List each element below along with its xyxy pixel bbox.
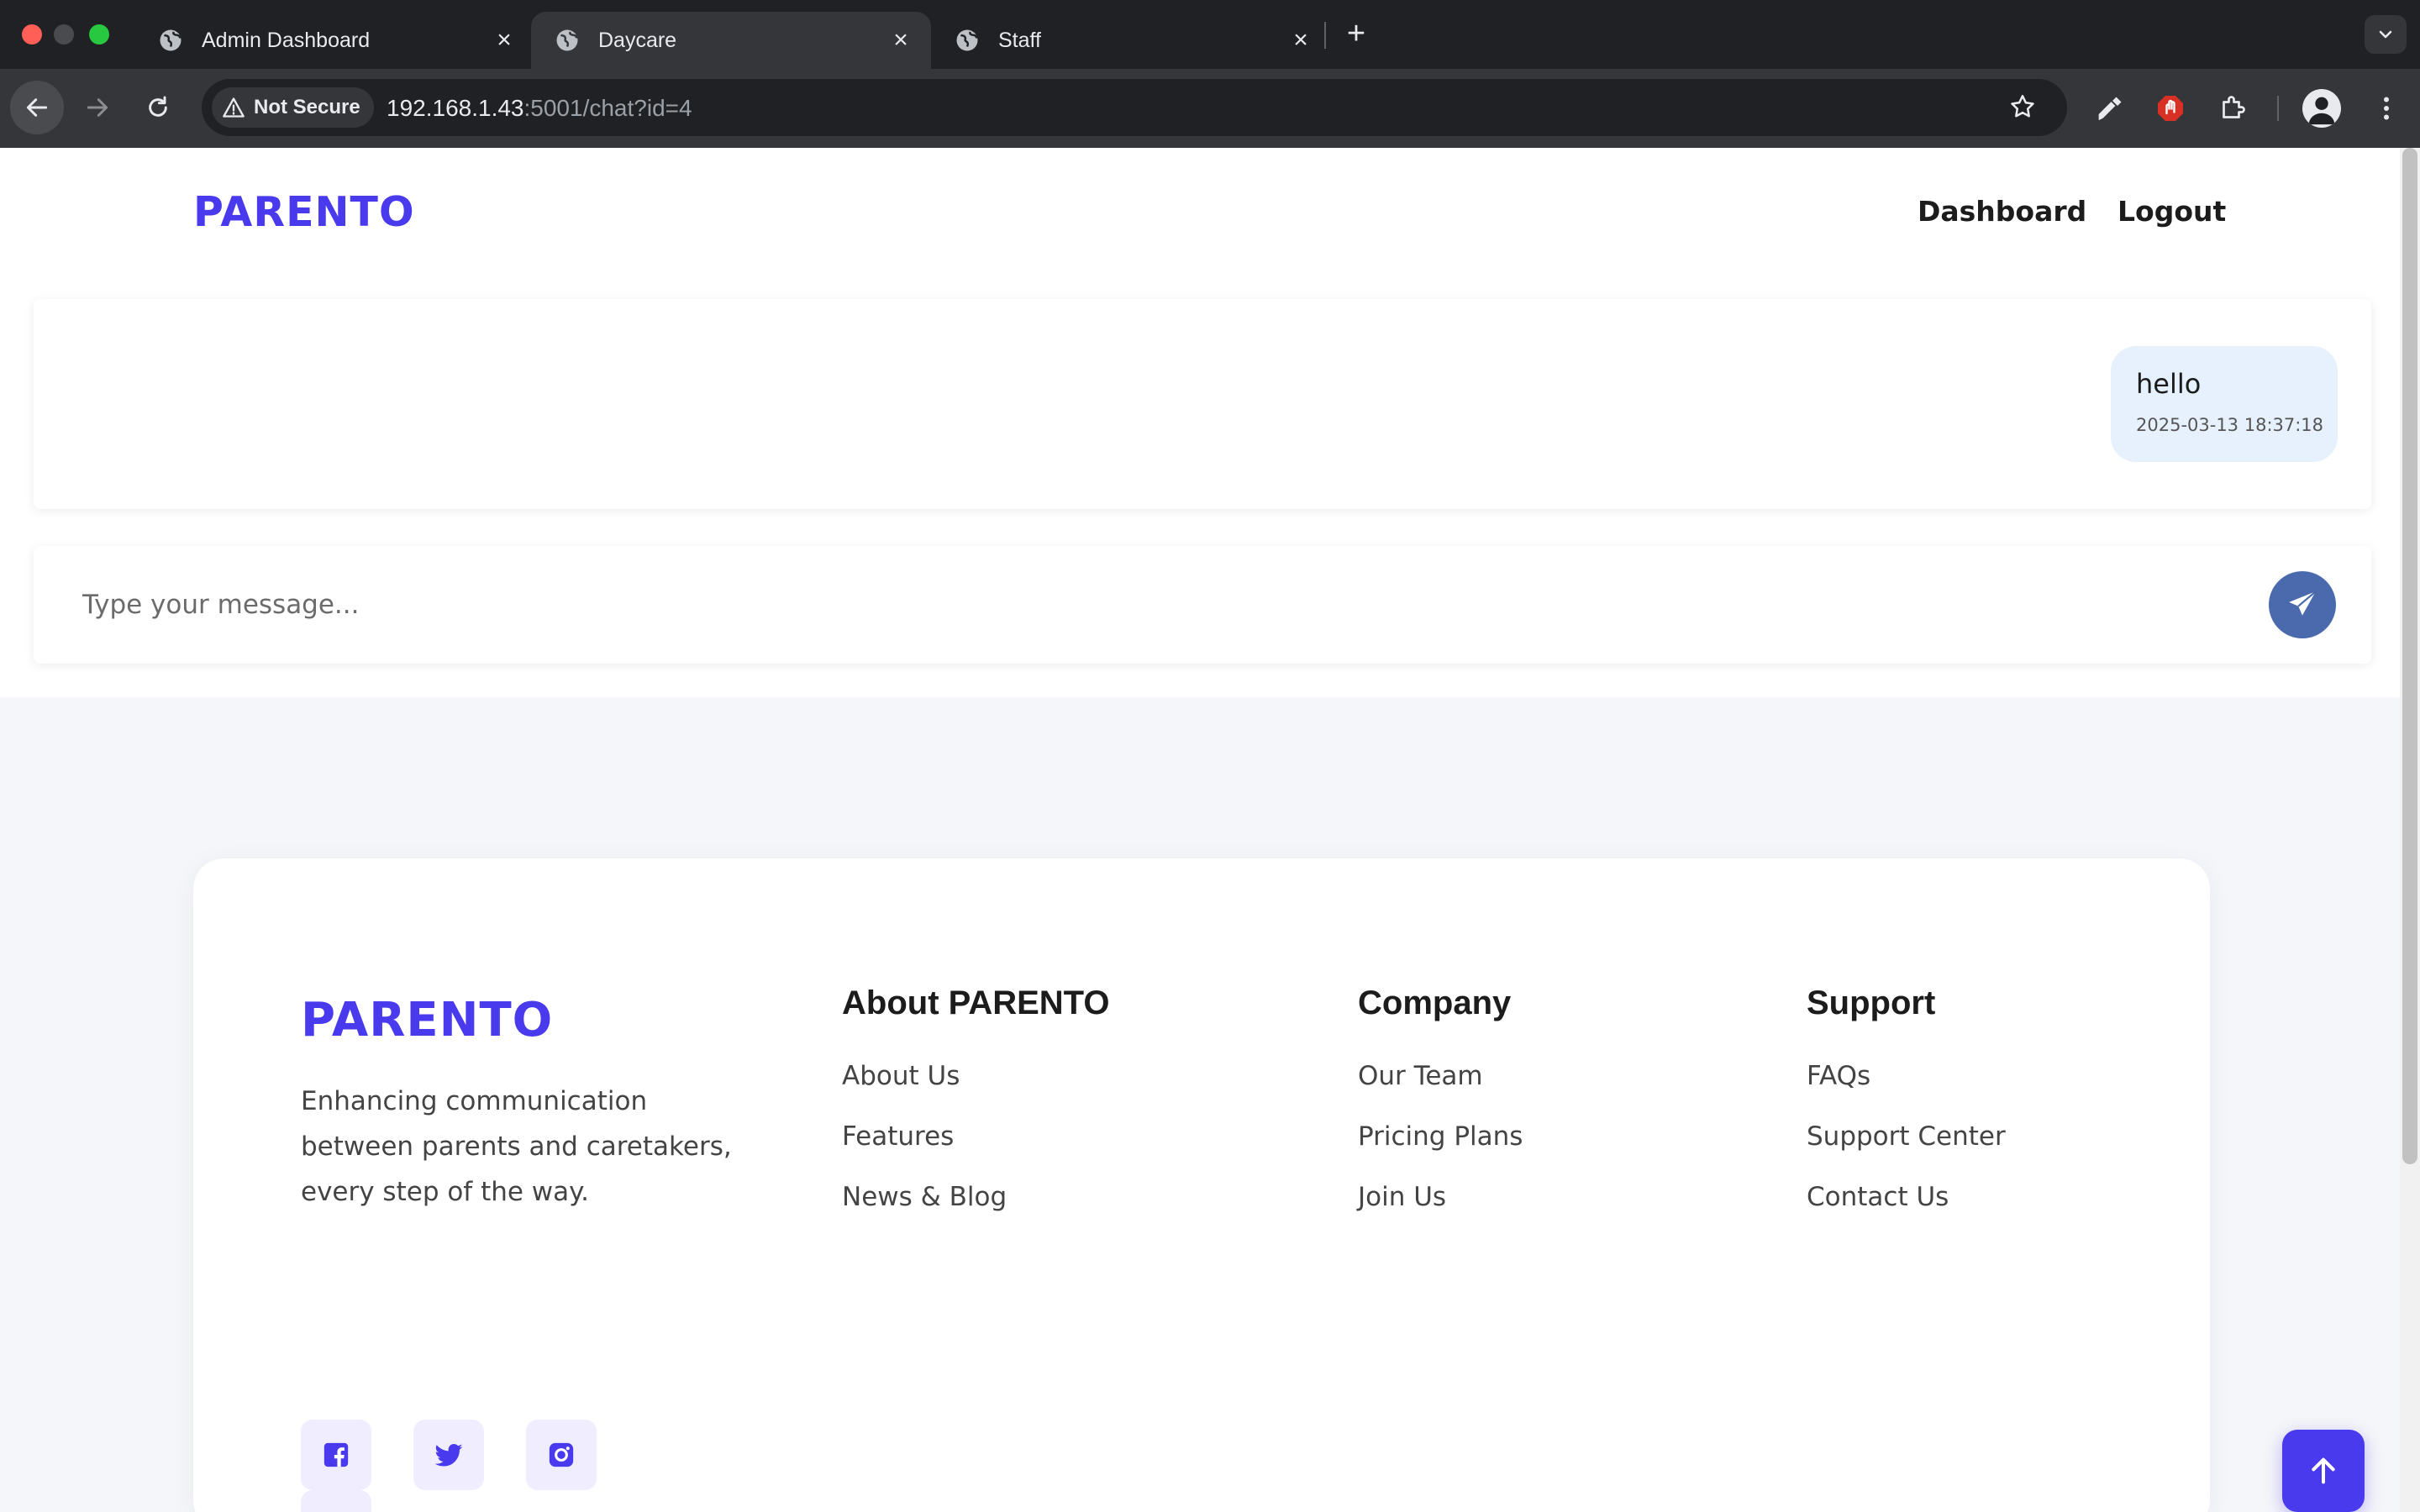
url-host: 192.168.1.43 bbox=[387, 95, 524, 121]
tab-title: Staff bbox=[998, 28, 1041, 52]
adblock-extension[interactable] bbox=[2153, 91, 2188, 126]
maximize-window-button[interactable] bbox=[89, 24, 109, 45]
browser-toolbar: Not Secure 192.168.1.43:5001/chat?id=4 bbox=[0, 69, 2420, 148]
warning-icon bbox=[223, 97, 245, 118]
chat-messages-panel: hello 2025-03-13 18:37:18 bbox=[34, 299, 2371, 509]
eyedropper-extension[interactable] bbox=[2092, 91, 2128, 126]
instagram-link[interactable] bbox=[526, 1420, 597, 1490]
tab-admin-dashboard[interactable]: Admin Dashboard × bbox=[134, 12, 534, 69]
url-path: :5001/chat?id=4 bbox=[523, 95, 692, 121]
message-text: hello bbox=[2136, 368, 2202, 400]
footer-heading-about: About PARENTO bbox=[842, 984, 1110, 1021]
chevron-down-icon bbox=[2379, 30, 2392, 39]
tab-title: Admin Dashboard bbox=[202, 28, 371, 52]
globe-icon bbox=[556, 29, 578, 51]
tab-daycare[interactable]: Daycare × bbox=[531, 12, 931, 69]
close-tab-icon[interactable]: × bbox=[492, 28, 516, 53]
site-footer: PARENTO Enhancing communication between … bbox=[193, 858, 2210, 1512]
send-button[interactable] bbox=[2269, 571, 2336, 638]
new-tab-button[interactable]: + bbox=[1339, 17, 1373, 50]
site-logo[interactable]: PARENTO bbox=[193, 188, 415, 236]
browser-tab-strip: Admin Dashboard × Daycare × Staff × + bbox=[0, 0, 2420, 69]
security-indicator[interactable]: Not Secure bbox=[212, 87, 374, 128]
eyedropper-icon bbox=[2098, 97, 2122, 121]
more-vert-icon bbox=[2384, 97, 2389, 120]
message-input[interactable] bbox=[67, 571, 2218, 638]
message-composer bbox=[34, 546, 2371, 664]
footer-logo[interactable]: PARENTO bbox=[301, 993, 553, 1047]
footer-description: Enhancing communication between parents … bbox=[301, 1086, 732, 1207]
tab-separator bbox=[1324, 22, 1326, 49]
extensions-button[interactable] bbox=[2215, 91, 2250, 126]
arrow-up-icon bbox=[2312, 1457, 2335, 1484]
footer-column-about: About PARENTO About Us Features News & B… bbox=[842, 984, 1110, 1241]
profile-button[interactable] bbox=[2302, 89, 2341, 128]
nav-dashboard-link[interactable]: Dashboard bbox=[1918, 195, 2086, 228]
browser-menu-button[interactable] bbox=[2370, 91, 2403, 126]
tab-search-button[interactable] bbox=[2365, 15, 2407, 54]
tab-staff[interactable]: Staff × bbox=[931, 12, 1331, 69]
paper-plane-icon bbox=[2289, 591, 2317, 616]
page-content: PARENTO Dashboard Logout hello 2025-03-1… bbox=[0, 148, 2420, 1512]
youtube-link[interactable] bbox=[301, 1490, 371, 1512]
toolbar-separator bbox=[2277, 96, 2279, 121]
globe-icon bbox=[956, 29, 978, 51]
message-timestamp: 2025-03-13 18:37:18 bbox=[2136, 415, 2324, 435]
footer-heading-company: Company bbox=[1358, 984, 1512, 1021]
star-icon[interactable] bbox=[2008, 92, 2037, 121]
message-bubble: hello 2025-03-13 18:37:18 bbox=[2111, 346, 2338, 462]
close-window-button[interactable] bbox=[22, 24, 42, 45]
address-bar[interactable]: Not Secure 192.168.1.43:5001/chat?id=4 bbox=[202, 79, 2067, 136]
close-tab-icon[interactable]: × bbox=[889, 28, 913, 53]
close-tab-icon[interactable]: × bbox=[1289, 28, 1313, 53]
footer-link-news-blog[interactable]: News & Blog bbox=[842, 1180, 1110, 1241]
url-text[interactable]: 192.168.1.43:5001/chat?id=4 bbox=[387, 95, 692, 122]
back-button[interactable] bbox=[10, 81, 64, 134]
footer-link-pricing-plans[interactable]: Pricing Plans bbox=[1358, 1120, 1523, 1180]
page-scrollbar[interactable] bbox=[2400, 148, 2420, 1512]
reload-icon bbox=[149, 96, 167, 117]
footer-heading-support: Support bbox=[1807, 984, 1936, 1021]
facebook-link[interactable] bbox=[301, 1420, 371, 1490]
minimize-window-button[interactable] bbox=[54, 24, 74, 45]
footer-link-faqs[interactable]: FAQs bbox=[1807, 1059, 2006, 1120]
instagram-icon bbox=[549, 1442, 574, 1467]
forward-button[interactable] bbox=[71, 81, 124, 134]
chat-section: PARENTO Dashboard Logout hello 2025-03-1… bbox=[0, 148, 2400, 697]
footer-link-contact-us[interactable]: Contact Us bbox=[1807, 1180, 2006, 1241]
twitter-link[interactable] bbox=[413, 1420, 484, 1490]
security-label: Not Secure bbox=[254, 96, 360, 118]
twitter-icon bbox=[434, 1443, 463, 1467]
footer-link-features[interactable]: Features bbox=[842, 1120, 1110, 1180]
scrollbar-thumb[interactable] bbox=[2402, 148, 2417, 1164]
footer-column-company: Company Our Team Pricing Plans Join Us bbox=[1358, 984, 1523, 1241]
footer-link-about-us[interactable]: About Us bbox=[842, 1059, 1110, 1120]
forward-arrow-icon bbox=[87, 98, 108, 117]
puzzle-icon bbox=[2223, 96, 2245, 118]
nav-logout-link[interactable]: Logout bbox=[2118, 195, 2226, 228]
footer-column-support: Support FAQs Support Center Contact Us bbox=[1807, 984, 2006, 1241]
globe-icon bbox=[160, 29, 182, 51]
tab-title: Daycare bbox=[598, 28, 677, 52]
scroll-to-top-button[interactable] bbox=[2282, 1430, 2365, 1512]
adblock-icon bbox=[2158, 96, 2183, 121]
reload-button[interactable] bbox=[131, 81, 185, 134]
back-arrow-icon bbox=[26, 98, 48, 117]
footer-link-join-us[interactable]: Join Us bbox=[1358, 1180, 1523, 1241]
profile-icon bbox=[2308, 97, 2335, 125]
facebook-icon bbox=[324, 1442, 349, 1467]
footer-link-our-team[interactable]: Our Team bbox=[1358, 1059, 1523, 1120]
footer-link-support-center[interactable]: Support Center bbox=[1807, 1120, 2006, 1180]
